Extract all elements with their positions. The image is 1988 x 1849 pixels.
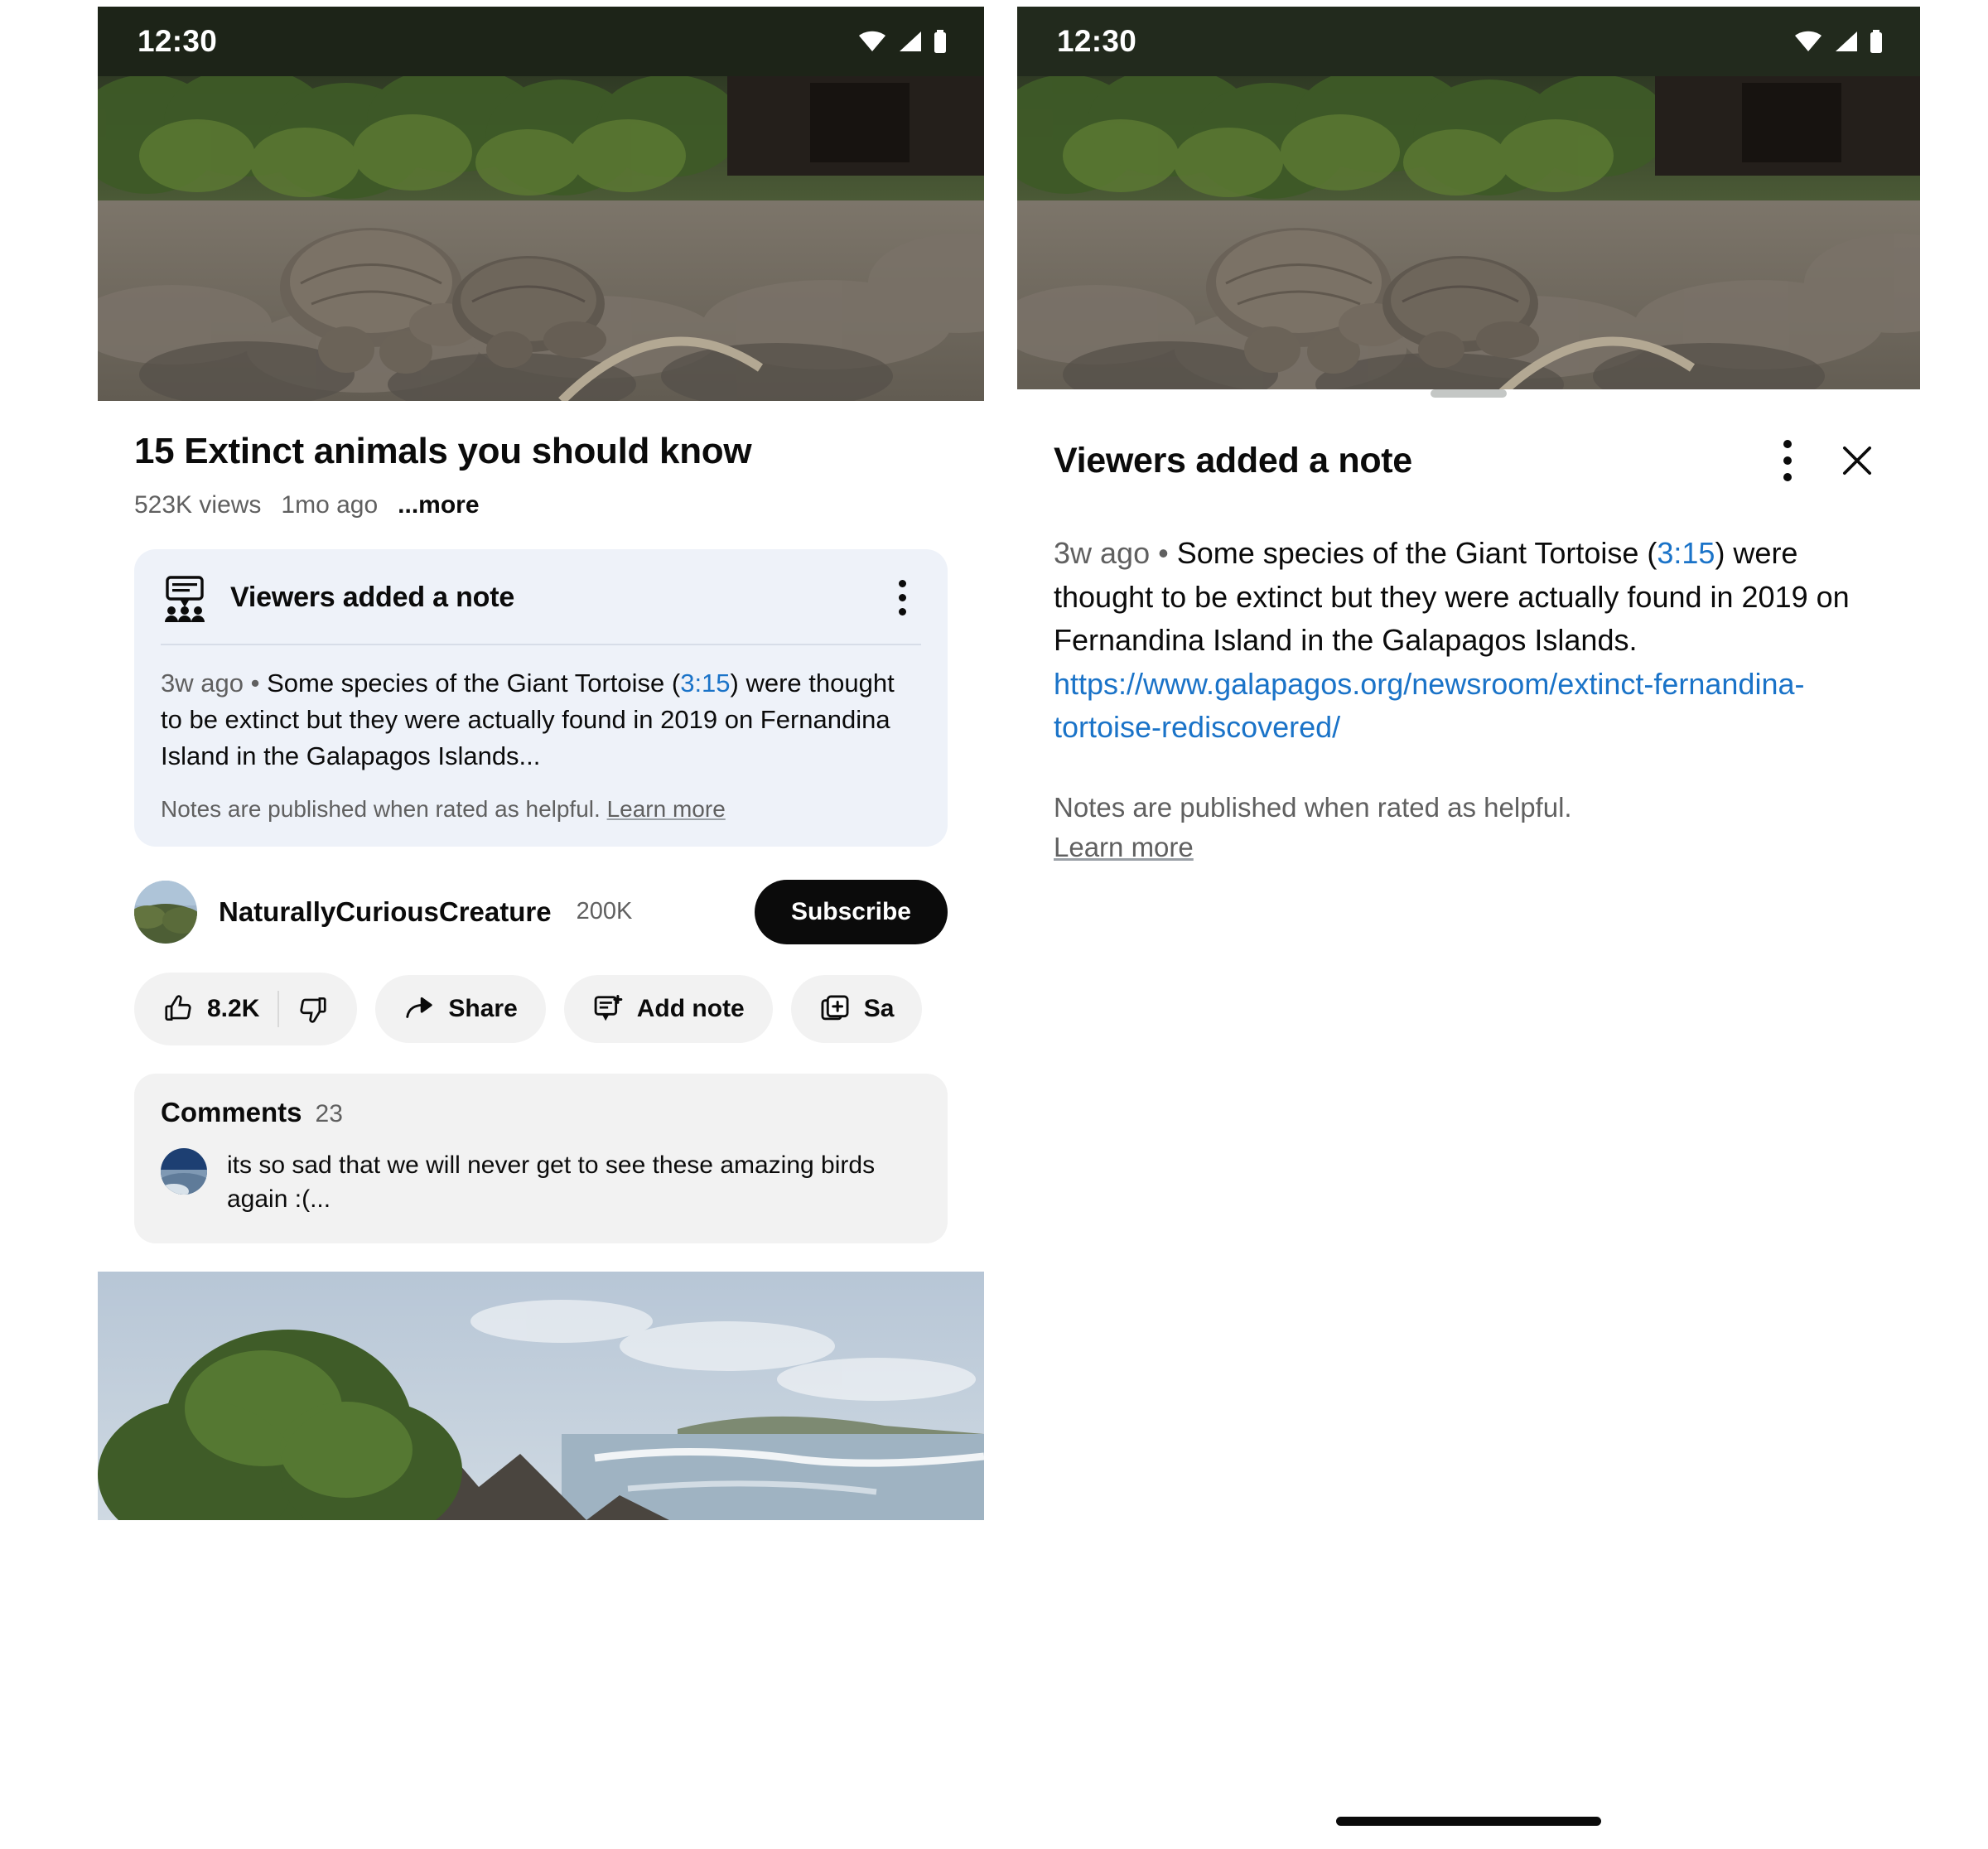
status-bar-right: 12:30	[1017, 7, 1920, 76]
close-icon[interactable]	[1831, 434, 1884, 487]
comments-header: Comments 23	[161, 1097, 921, 1128]
like-dislike-group: 8.2K	[134, 972, 358, 1045]
bottom-sheet-wrapper: Viewers added a note 3w ago • Some speci…	[1017, 389, 1920, 1847]
video-player-thumbnail-right[interactable]	[1017, 76, 1920, 401]
wifi-icon	[1794, 31, 1822, 52]
note-separator: •	[250, 668, 260, 698]
drag-handle[interactable]	[1431, 389, 1507, 398]
viewers-note-card[interactable]: Viewers added a note 3w ago • Some speci…	[134, 548, 948, 847]
comment-preview-row: its so sad that we will never get to see…	[161, 1128, 921, 1217]
source-url-link[interactable]: https://www.galapagos.org/newsroom/extin…	[1054, 667, 1804, 745]
bottom-sheet-header: Viewers added a note	[1054, 398, 1884, 487]
viewers-note-title: Viewers added a note	[230, 582, 515, 614]
add-note-label: Add note	[636, 994, 745, 1022]
home-indicator[interactable]	[1336, 1817, 1601, 1826]
bottom-sheet-note-text: 3w ago • Some species of the Giant Torto…	[1054, 487, 1884, 750]
note-text-before-link: Some species of the Giant Tortoise (	[1176, 536, 1657, 570]
note-footer: Notes are published when rated as helpfu…	[161, 775, 921, 825]
cellular-signal-icon	[897, 31, 922, 52]
note-timestamp: 3w ago	[1054, 536, 1151, 570]
right-phone-frame: 12:30 Viewers added a note 3w ago • Some…	[1017, 7, 1920, 1849]
comments-count: 23	[315, 1099, 343, 1127]
battery-icon	[1869, 30, 1884, 53]
comments-section[interactable]: Comments 23 its so sad that we will neve…	[134, 1073, 948, 1243]
subscribe-button[interactable]: Subscribe	[754, 879, 948, 944]
share-button[interactable]: Share	[375, 974, 546, 1043]
status-bar-left: 12:30	[98, 7, 984, 76]
video-page-content: 15 Extinct animals you should know 523K …	[98, 401, 984, 1520]
commenter-avatar	[161, 1147, 207, 1195]
thumbs-up-icon[interactable]	[162, 993, 194, 1025]
video-timestamp-link[interactable]: 3:15	[680, 669, 730, 698]
more-description-button[interactable]: ...more	[398, 491, 479, 519]
note-footer-text: Notes are published when rated as helpfu…	[1054, 791, 1572, 823]
add-note-button[interactable]: Add note	[563, 974, 773, 1043]
video-timestamp-link[interactable]: 3:15	[1657, 536, 1715, 570]
thumbs-down-icon[interactable]	[297, 993, 329, 1025]
status-bar-clock: 12:30	[138, 24, 218, 58]
like-count: 8.2K	[207, 994, 260, 1022]
upload-age: 1mo ago	[281, 490, 379, 519]
battery-icon	[933, 30, 948, 53]
wifi-icon	[858, 31, 886, 52]
overflow-menu-icon[interactable]	[1764, 434, 1811, 487]
save-button[interactable]: Sa	[790, 974, 923, 1043]
action-bar: 8.2K Share Add note Sa	[98, 944, 984, 1045]
bottom-sheet-title: Viewers added a note	[1054, 440, 1412, 480]
view-count: 523K views	[134, 490, 262, 519]
save-label: Sa	[863, 994, 895, 1022]
note-learn-more-link[interactable]: Learn more	[607, 796, 726, 822]
comments-title: Comments	[161, 1096, 302, 1127]
status-bar-clock-right: 12:30	[1057, 24, 1137, 58]
share-icon	[403, 993, 435, 1025]
note-footer-text: Notes are published when rated as helpfu…	[161, 795, 601, 822]
note-text-before-link: Some species of the Giant Tortoise (	[267, 668, 681, 698]
overflow-menu-icon[interactable]	[883, 574, 921, 622]
screenshot-canvas: 12:30 15 Extinct animals you should know…	[0, 0, 1988, 1849]
add-note-icon	[592, 993, 624, 1025]
channel-avatar[interactable]	[134, 880, 197, 944]
viewers-note-body: 3w ago • Some species of the Giant Torto…	[161, 645, 921, 775]
comment-text: its so sad that we will never get to see…	[227, 1151, 876, 1214]
viewers-note-icon	[161, 574, 209, 622]
viewers-note-bottom-sheet: Viewers added a note 3w ago • Some speci…	[1017, 389, 1920, 1847]
status-bar-icons	[858, 30, 948, 53]
cellular-signal-icon	[1833, 31, 1858, 52]
subscriber-count: 200K	[576, 898, 633, 925]
status-bar-icons-right	[1794, 30, 1884, 53]
left-phone-frame: 12:30 15 Extinct animals you should know…	[98, 7, 984, 1849]
action-separator	[277, 990, 280, 1027]
video-metadata: 523K views 1mo ago ...more	[98, 473, 984, 519]
note-learn-more-link[interactable]: Learn more	[1054, 832, 1194, 862]
share-label: Share	[448, 994, 518, 1022]
next-video-thumbnail[interactable]	[98, 1271, 984, 1520]
save-icon	[819, 993, 851, 1025]
channel-row: NaturallyCuriousCreature 200K Subscribe	[98, 847, 984, 944]
note-separator: •	[1158, 536, 1169, 570]
channel-name[interactable]: NaturallyCuriousCreature	[219, 896, 552, 928]
video-title: 15 Extinct animals you should know	[134, 431, 752, 471]
note-timestamp: 3w ago	[161, 668, 244, 698]
viewers-note-header: Viewers added a note	[161, 574, 921, 622]
bottom-sheet-footer: Notes are published when rated as helpfu…	[1054, 750, 1884, 867]
video-player-thumbnail[interactable]	[98, 76, 984, 401]
